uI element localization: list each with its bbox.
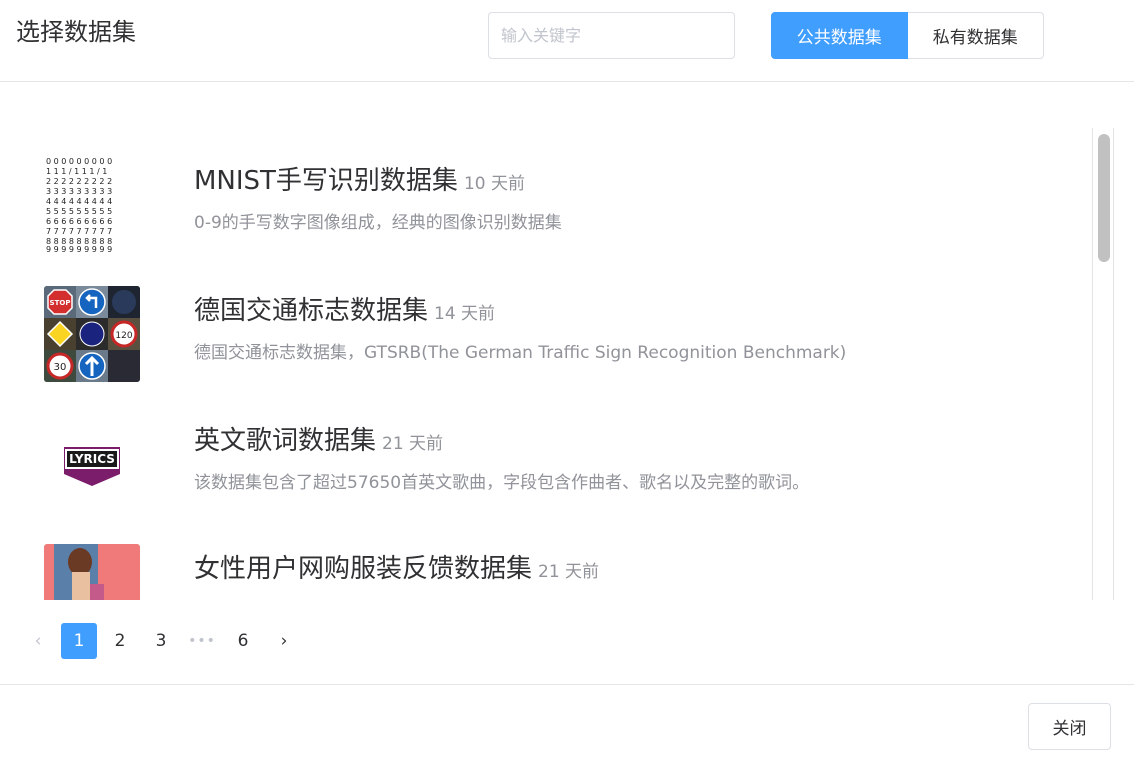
mnist-digits-icon: 0 0 0 0 0 0 0 0 0 1 1 1 / 1 1 1 / 1 2 2 … (44, 156, 140, 252)
svg-text:4 4 4 4 4 4 4 4 4: 4 4 4 4 4 4 4 4 4 (46, 197, 112, 206)
svg-text:0 0 0 0 0 0 0 0 0: 0 0 0 0 0 0 0 0 0 (46, 157, 112, 166)
dataset-title: 英文歌词数据集 (194, 426, 377, 456)
dataset-description: 德国交通标志数据集，GTSRB(The German Traffic Sign … (194, 343, 847, 363)
dialog-header: 选择数据集 公共数据集 私有数据集 (0, 0, 1134, 82)
page-3-button[interactable]: 3 (143, 623, 179, 659)
svg-text:6 6 6 6 6 6 6 6 6: 6 6 6 6 6 6 6 6 6 (46, 217, 112, 226)
svg-text:3 3 3 3 3 3 3 3 3: 3 3 3 3 3 3 3 3 3 (46, 187, 112, 196)
tab-private-datasets[interactable]: 私有数据集 (907, 12, 1044, 59)
next-page-button[interactable]: › (266, 623, 302, 659)
dataset-type-tabs: 公共数据集 私有数据集 (771, 12, 1044, 59)
page-1-button[interactable]: 1 (61, 623, 97, 659)
svg-text:1 1 1 / 1 1 1 / 1: 1 1 1 / 1 1 1 / 1 (46, 167, 107, 176)
close-button[interactable]: 关闭 (1028, 703, 1111, 750)
footer-divider (0, 684, 1134, 685)
dataset-item-fashion-feedback[interactable]: 女性用户网购服装反馈数据集 21 天前 (0, 544, 1080, 600)
page-2-button[interactable]: 2 (102, 623, 138, 659)
dataset-title: MNIST手写识别数据集 (194, 166, 458, 196)
traffic-signs-icon: STOP 120 30 (44, 286, 140, 382)
dataset-title: 女性用户网购服装反馈数据集 (194, 554, 533, 584)
dataset-list: 0 0 0 0 0 0 0 0 0 1 1 1 / 1 1 1 / 1 2 2 … (0, 82, 1134, 600)
tab-public-datasets[interactable]: 公共数据集 (771, 12, 908, 59)
lyrics-logo-text: LYRICS (69, 452, 115, 466)
prev-page-button[interactable]: ‹ (20, 623, 56, 659)
dataset-time: 14 天前 (434, 304, 496, 324)
search-input[interactable] (488, 12, 735, 59)
dataset-title: 德国交通标志数据集 (194, 296, 429, 326)
dataset-item-mnist[interactable]: 0 0 0 0 0 0 0 0 0 1 1 1 / 1 1 1 / 1 2 2 … (0, 156, 1080, 284)
dataset-description: 该数据集包含了超过57650首英文歌曲，字段包含作曲者、歌名以及完整的歌词。 (194, 473, 810, 493)
pagination: ‹ 1 2 3 ••• 6 › (20, 623, 307, 659)
dialog-title: 选择数据集 (16, 18, 136, 46)
svg-text:7 7 7 7 7 7 7 7 7: 7 7 7 7 7 7 7 7 7 (46, 227, 112, 236)
list-scrollbar-thumb[interactable] (1098, 134, 1110, 262)
svg-text:STOP: STOP (50, 299, 71, 307)
svg-text:120: 120 (115, 331, 132, 341)
lyrics-logo-icon: LYRICS (44, 416, 140, 512)
svg-text:30: 30 (54, 362, 67, 373)
dataset-time: 21 天前 (538, 562, 600, 582)
dataset-time: 21 天前 (382, 434, 444, 454)
svg-text:2 2 2 2 2 2 2 2 2: 2 2 2 2 2 2 2 2 2 (46, 177, 112, 186)
fashion-photo-icon (44, 544, 140, 600)
more-pages-ellipsis[interactable]: ••• (184, 623, 220, 659)
svg-text:5 5 5 5 5 5 5 5 5: 5 5 5 5 5 5 5 5 5 (46, 207, 112, 216)
dataset-item-traffic-signs[interactable]: STOP 120 30 德国交通标志数据集 14 天前 德国交通标志数据集，GT… (0, 286, 1080, 414)
dataset-time: 10 天前 (463, 174, 525, 194)
svg-text:9 9 9 9 9 9 9 9 9: 9 9 9 9 9 9 9 9 9 (46, 245, 112, 252)
dataset-item-lyrics[interactable]: LYRICS 英文歌词数据集 21 天前 该数据集包含了超过57650首英文歌曲，… (0, 416, 1080, 544)
dataset-description: 0-9的手写数字图像组成，经典的图像识别数据集 (194, 213, 562, 233)
page-6-button[interactable]: 6 (225, 623, 261, 659)
